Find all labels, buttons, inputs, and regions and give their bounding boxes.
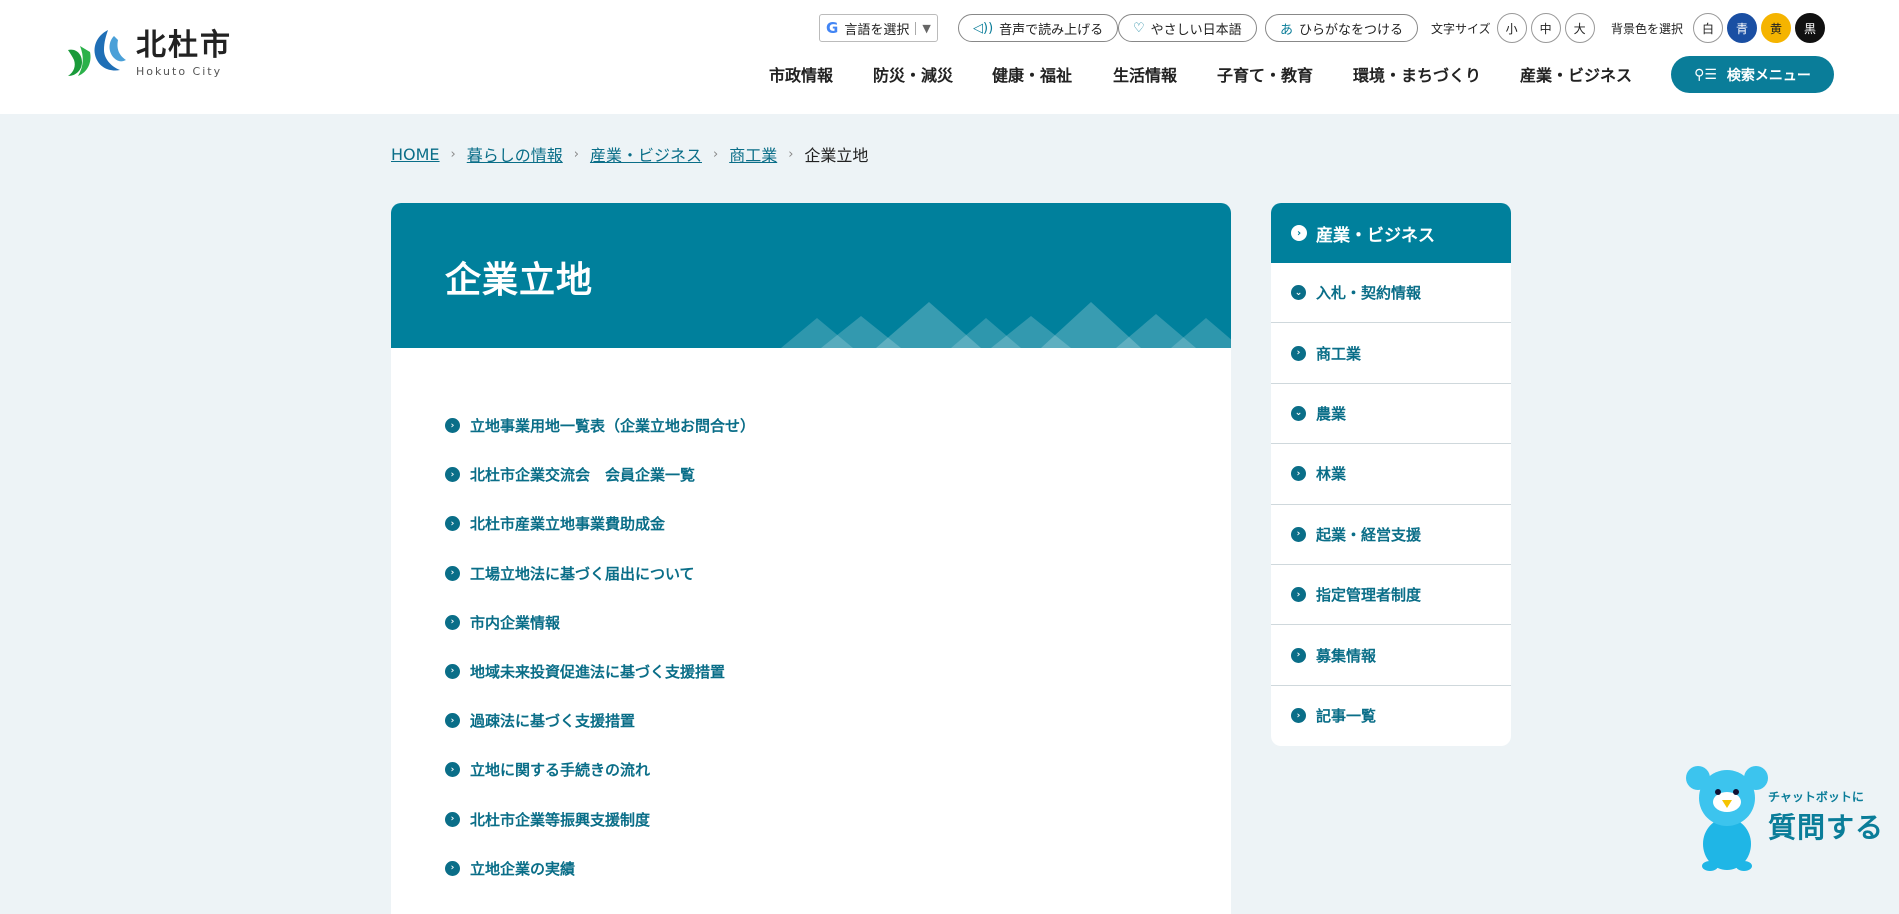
nav-city-government[interactable]: 市政情報 (769, 62, 833, 86)
chevron-circle-icon: › (1291, 708, 1306, 724)
chevron-circle-icon: › (445, 614, 460, 630)
list-item[interactable]: › 立地事業用地一覧表（企業立地お問合せ） (445, 415, 755, 464)
list-item[interactable]: › 立地企業の実績 (445, 858, 755, 907)
chevron-circle-icon: › (445, 713, 460, 729)
speaker-icon: ◁)) (973, 20, 994, 36)
read-aloud-label: 音声で読み上げる (999, 22, 1104, 38)
breadcrumb-home[interactable]: HOME (391, 145, 440, 164)
list-item[interactable]: › 北杜市産業立地事業費助成金 (445, 513, 755, 562)
breadcrumb-commerce[interactable]: 商工業 (729, 142, 777, 166)
list-item[interactable]: › 地域未来投資促進法に基づく支援措置 (445, 661, 755, 710)
nav-health-welfare[interactable]: 健康・福祉 (992, 62, 1072, 86)
font-size-selector: 文字サイズ 小 中 大 (1431, 13, 1595, 43)
heart-icon: ♡ (1133, 20, 1145, 36)
list-item[interactable]: › 工場立地法に基づく届出について (445, 563, 755, 612)
chatbot-small-label: チャットボットに (1768, 790, 1864, 804)
chevron-circle-icon: › (445, 860, 460, 876)
bg-white-button[interactable]: 白 (1693, 13, 1724, 43)
search-menu-button[interactable]: ⚲☰ 検索メニュー (1671, 56, 1834, 93)
search-list-icon: ⚲☰ (1694, 66, 1717, 83)
chevron-circle-icon: › (445, 811, 460, 827)
breadcrumb-living-info[interactable]: 暮らしの情報 (467, 142, 563, 166)
furigana-button[interactable]: あ ひらがなをつける (1265, 14, 1419, 42)
bg-yellow-button[interactable]: 黄 (1761, 13, 1792, 43)
chevron-circle-icon: › (445, 762, 460, 778)
font-size-large-button[interactable]: 大 (1564, 13, 1595, 43)
breadcrumb: HOME › 暮らしの情報 › 産業・ビジネス › 商工業 › 企業立地 (391, 142, 868, 166)
background-color-selector: 背景色を選択 白 青 黄 黒 (1611, 13, 1826, 43)
chevron-circle-icon: › (1291, 345, 1306, 361)
furigana-label: ひらがなをつける (1299, 22, 1404, 38)
logo-japanese-name: 北杜市 (136, 27, 232, 63)
sidebar-title[interactable]: › 産業・ビジネス (1271, 203, 1511, 263)
language-select-label: 言語を選択 (844, 22, 910, 38)
sidebar-nav: › 産業・ビジネス ⌄ 入札・契約情報 › 商工業 ⌄ 農業 › 林業 › 起業・経営支援… (1271, 203, 1511, 746)
chevron-circle-icon: › (1291, 647, 1306, 663)
chevron-circle-icon: › (1291, 466, 1306, 482)
bg-blue-button[interactable]: 青 (1727, 13, 1758, 43)
chevron-right-icon: › (450, 146, 456, 162)
breadcrumb-current: 企業立地 (804, 146, 869, 165)
chevron-right-icon: › (573, 146, 579, 162)
chevron-circle-icon: › (445, 418, 460, 433)
chevron-right-icon: › (712, 146, 719, 162)
nav-environment-town[interactable]: 環境・まちづくり (1353, 62, 1481, 86)
easy-japanese-label: やさしい日本語 (1150, 22, 1242, 38)
read-aloud-button[interactable]: ◁)) 音声で読み上げる (958, 14, 1119, 42)
chevron-circle-icon: › (445, 467, 460, 483)
sidebar-item-forestry[interactable]: › 林業 (1271, 444, 1511, 505)
hiragana-icon: あ (1280, 22, 1294, 38)
chevron-circle-icon: › (445, 565, 460, 581)
mountain-decoration-icon (781, 302, 1231, 348)
dropdown-caret-icon: ▼ (915, 21, 931, 35)
search-menu-label: 検索メニュー (1726, 67, 1811, 84)
nav-living-info[interactable]: 生活情報 (1113, 62, 1177, 86)
sidebar-item-startup-support[interactable]: › 起業・経営支援 (1271, 505, 1511, 565)
bg-black-button[interactable]: 黒 (1795, 13, 1826, 43)
chevron-circle-icon: › (1291, 225, 1307, 241)
page-title: 企業立地 (445, 260, 594, 301)
main-content: 企業立地 › 立地事業用地一覧表（企業立地お問合せ） › 北杜市企業交流会 会員企業… (391, 203, 1231, 914)
font-size-label: 文字サイズ (1431, 21, 1491, 36)
sidebar-item-agriculture[interactable]: ⌄ 農業 (1271, 384, 1511, 445)
chatbot-mascot-icon (1686, 766, 1768, 871)
google-icon: G (826, 19, 839, 37)
chevron-down-circle-icon: ⌄ (1291, 405, 1306, 421)
nav-childcare-education[interactable]: 子育て・教育 (1217, 62, 1313, 86)
font-size-small-button[interactable]: 小 (1496, 13, 1527, 43)
font-size-medium-button[interactable]: 中 (1530, 13, 1561, 43)
list-item[interactable]: › 立地に関する手続きの流れ (445, 759, 755, 808)
sidebar-item-article-list[interactable]: › 記事一覧 (1271, 686, 1511, 746)
chevron-circle-icon: › (445, 516, 460, 532)
page-header-banner: 企業立地 (391, 203, 1231, 348)
sidebar-item-recruitment[interactable]: › 募集情報 (1271, 625, 1511, 686)
chevron-right-icon: › (788, 146, 794, 162)
chevron-circle-icon: › (1291, 526, 1306, 542)
chevron-down-circle-icon: ⌄ (1291, 285, 1306, 301)
list-item[interactable]: › 過疎法に基づく支援措置 (445, 710, 755, 759)
sidebar-item-commerce[interactable]: › 商工業 (1271, 323, 1511, 384)
nav-disaster-prevention[interactable]: 防災・減災 (873, 62, 953, 86)
chatbot-button[interactable]: チャットボットに 質問する (1684, 762, 1884, 872)
sidebar-item-bidding[interactable]: ⌄ 入札・契約情報 (1271, 263, 1511, 324)
list-item[interactable]: › 市内企業情報 (445, 612, 755, 661)
chevron-circle-icon: › (1291, 587, 1306, 603)
background-color-label: 背景色を選択 (1611, 21, 1684, 36)
global-nav: 市政情報 防災・減災 健康・福祉 生活情報 子育て・教育 環境・まちづくり 産業… (0, 62, 1899, 86)
chevron-circle-icon: › (445, 663, 460, 679)
list-item[interactable]: › 北杜市企業交流会 会員企業一覧 (445, 464, 755, 513)
site-header: 北杜市 Hokuto City G 言語を選択 ▼ ◁)) 音声で読み上げる ♡… (0, 0, 1899, 114)
easy-japanese-button[interactable]: ♡ やさしい日本語 (1118, 14, 1257, 42)
list-item[interactable]: › 北杜市企業等振興支援制度 (445, 809, 755, 858)
sidebar-item-designated-manager[interactable]: › 指定管理者制度 (1271, 565, 1511, 626)
chatbot-big-label: 質問する (1768, 811, 1885, 844)
page-link-list: › 立地事業用地一覧表（企業立地お問合せ） › 北杜市企業交流会 会員企業一覧 › 北… (445, 415, 755, 907)
nav-industry-business[interactable]: 産業・ビジネス (1520, 62, 1632, 86)
breadcrumb-industry-business[interactable]: 産業・ビジネス (590, 142, 702, 166)
language-select[interactable]: G 言語を選択 ▼ (819, 14, 938, 42)
